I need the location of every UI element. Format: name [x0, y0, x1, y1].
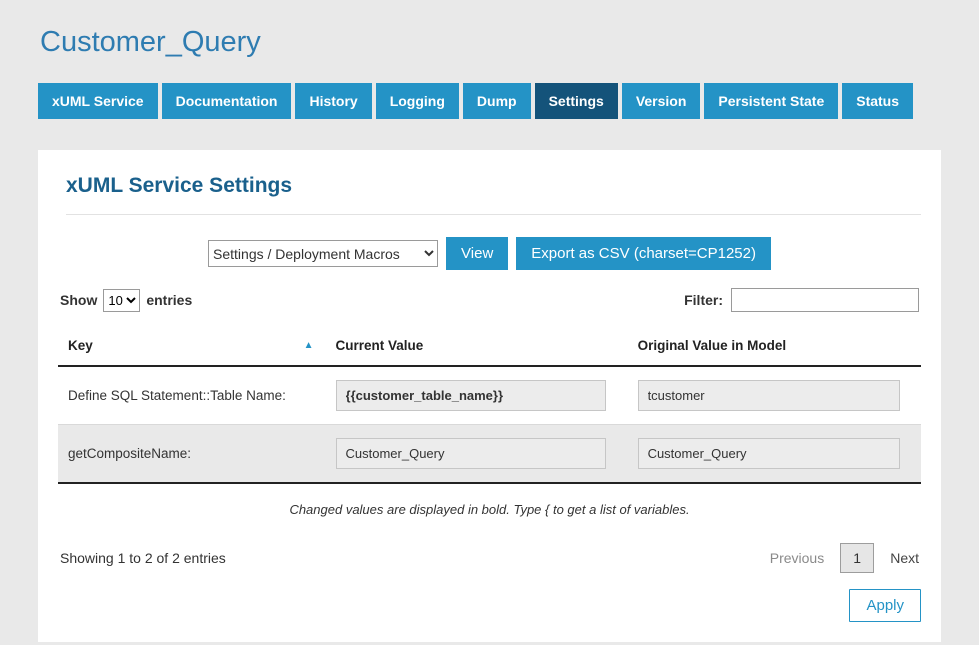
column-header-key-label: Key [68, 338, 93, 353]
tab-version[interactable]: Version [622, 83, 701, 119]
current-value-input[interactable] [336, 380, 607, 411]
current-value-input[interactable] [336, 438, 607, 469]
tab-persistent-state[interactable]: Persistent State [704, 83, 838, 119]
tab-settings[interactable]: Settings [535, 83, 618, 119]
settings-panel: xUML Service Settings Settings / Deploym… [38, 150, 941, 642]
next-page-button[interactable]: Next [890, 550, 919, 566]
showing-entries-text: Showing 1 to 2 of 2 entries [60, 550, 226, 566]
tab-documentation[interactable]: Documentation [162, 83, 292, 119]
original-value-field [638, 438, 901, 469]
page-number-button[interactable]: 1 [840, 543, 874, 573]
tab-bar: xUML Service Documentation History Loggi… [38, 83, 941, 119]
tab-dump[interactable]: Dump [463, 83, 531, 119]
sort-ascending-icon: ▲ [304, 340, 314, 351]
page-length-control: Show 10 entries [60, 289, 192, 312]
show-label: Show [60, 292, 97, 308]
row-key-label: getCompositeName: [58, 425, 326, 484]
apply-button[interactable]: Apply [849, 589, 921, 622]
tab-xuml-service[interactable]: xUML Service [38, 83, 158, 119]
filter-input[interactable] [731, 288, 919, 312]
previous-page-button[interactable]: Previous [770, 550, 824, 566]
original-value-field [638, 380, 901, 411]
page-title: Customer_Query [40, 26, 941, 59]
table-controls: Show 10 entries Filter: [58, 288, 921, 312]
macro-type-select[interactable]: Settings / Deployment Macros [208, 240, 438, 267]
tab-history[interactable]: History [295, 83, 371, 119]
entries-label: entries [146, 292, 192, 308]
page-length-select[interactable]: 10 [103, 289, 140, 312]
panel-heading: xUML Service Settings [66, 174, 921, 215]
column-header-current-value[interactable]: Current Value [326, 326, 628, 366]
tab-status[interactable]: Status [842, 83, 913, 119]
hint-note: Changed values are displayed in bold. Ty… [58, 502, 921, 517]
tab-logging[interactable]: Logging [376, 83, 459, 119]
table-row: getCompositeName: [58, 425, 921, 484]
table-row: Define SQL Statement::Table Name: [58, 366, 921, 425]
column-header-key[interactable]: Key ▲ [58, 326, 326, 366]
column-header-current-label: Current Value [336, 338, 424, 353]
filter-control: Filter: [684, 288, 919, 312]
column-header-original-value[interactable]: Original Value in Model [628, 326, 921, 366]
row-key-label: Define SQL Statement::Table Name: [58, 366, 326, 425]
page: Customer_Query xUML Service Documentatio… [0, 0, 979, 645]
table-footer: Showing 1 to 2 of 2 entries Previous 1 N… [58, 543, 921, 573]
export-csv-button[interactable]: Export as CSV (charset=CP1252) [516, 237, 771, 270]
pagination: Previous 1 Next [770, 543, 919, 573]
settings-table: Key ▲ Current Value Original Value in Mo… [58, 326, 921, 484]
apply-row: Apply [58, 589, 921, 622]
macro-toolbar: Settings / Deployment Macros View Export… [58, 237, 921, 270]
view-button[interactable]: View [446, 237, 508, 270]
table-header-row: Key ▲ Current Value Original Value in Mo… [58, 326, 921, 366]
column-header-original-label: Original Value in Model [638, 338, 787, 353]
filter-label: Filter: [684, 292, 723, 308]
